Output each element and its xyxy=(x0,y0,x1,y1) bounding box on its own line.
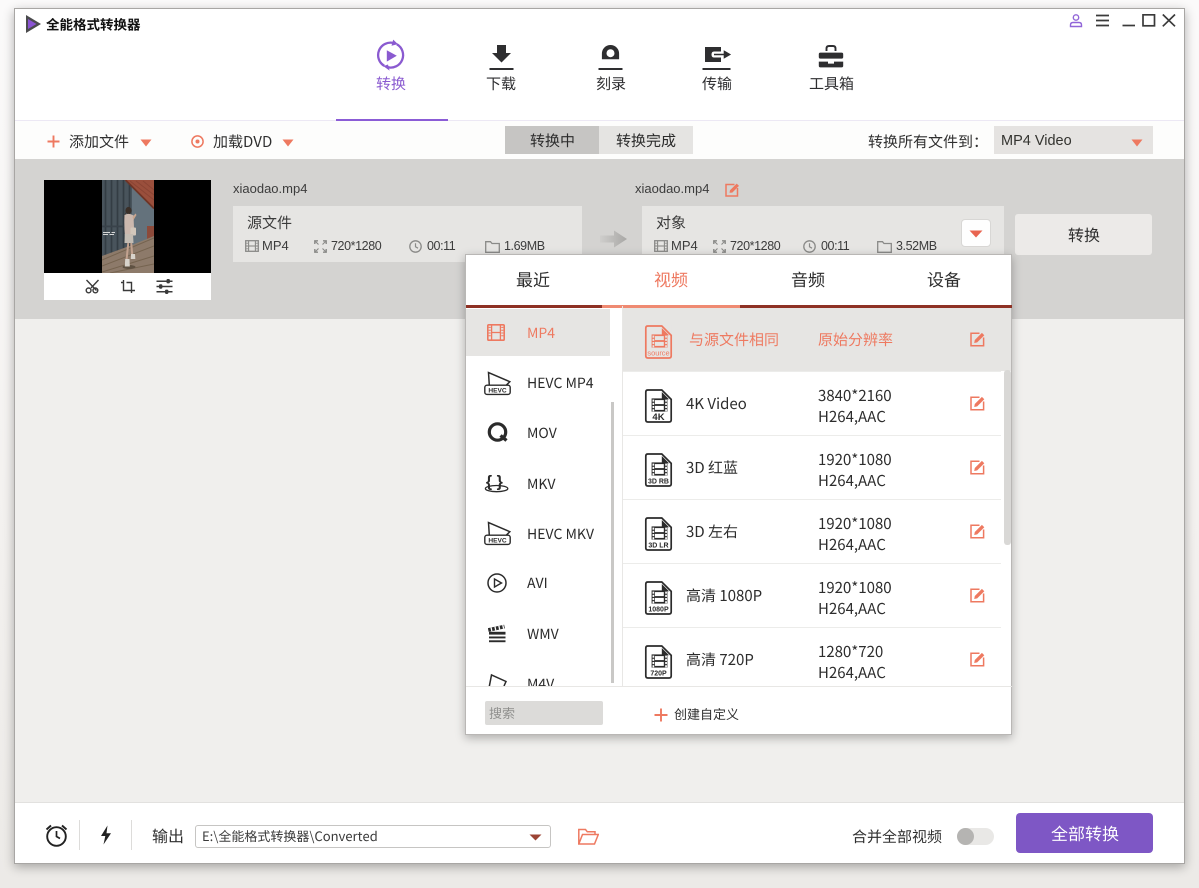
svg-text:1080P: 1080P xyxy=(648,606,669,613)
svg-text:720P: 720P xyxy=(650,670,667,677)
svg-text:4K: 4K xyxy=(652,412,664,423)
svg-text:{}: {} xyxy=(486,474,507,491)
svg-text:3D RB: 3D RB xyxy=(647,478,668,485)
svg-text:source: source xyxy=(647,348,669,357)
svg-text:HEVC: HEVC xyxy=(488,538,507,545)
svg-text:HEVC: HEVC xyxy=(488,388,507,395)
svg-text:3D LR: 3D LR xyxy=(648,542,668,549)
